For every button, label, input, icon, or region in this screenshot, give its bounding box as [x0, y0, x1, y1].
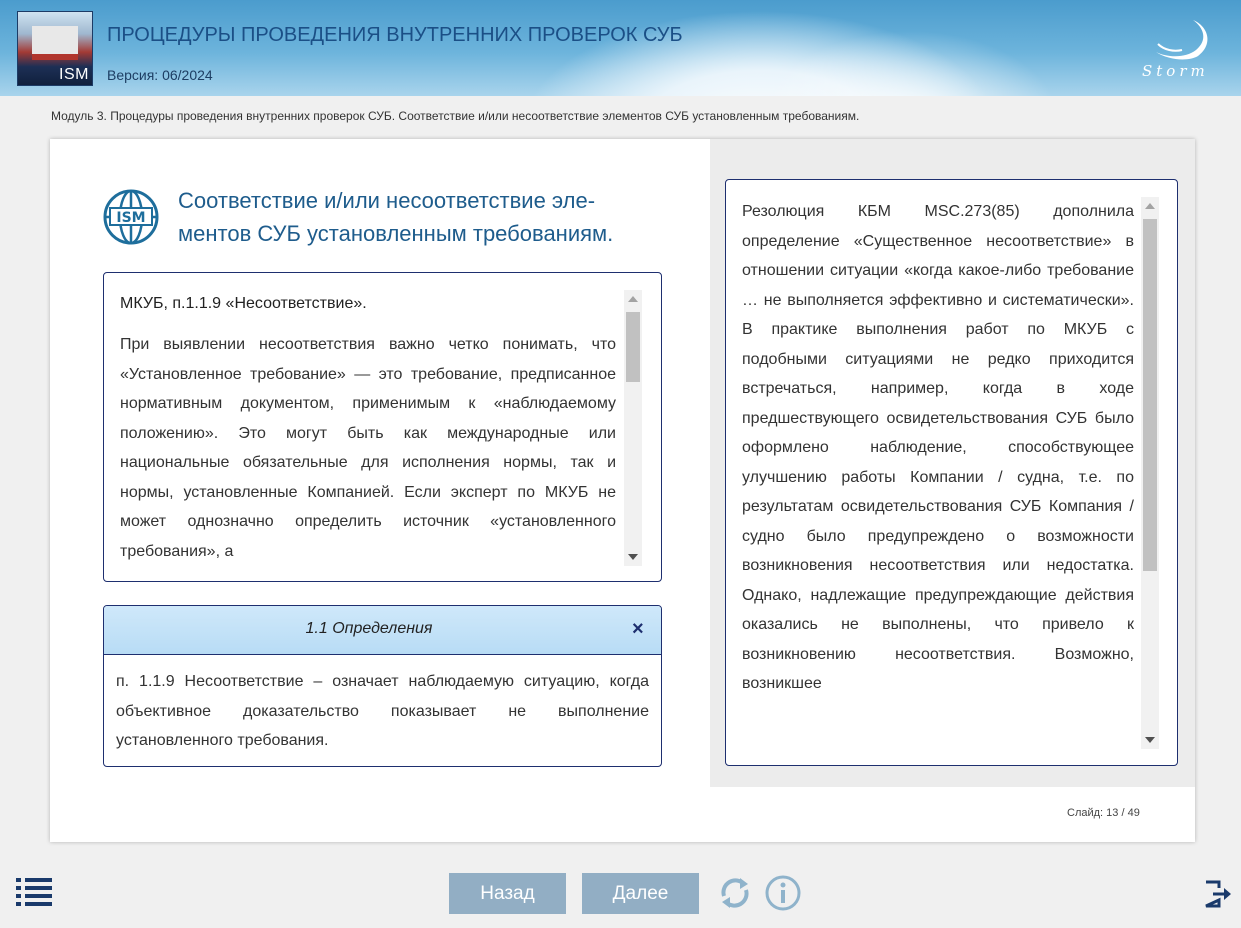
logo-label: ISM: [59, 66, 89, 83]
resolution-text: Резолюция КБМ MSC.273(85) дополнила опре…: [742, 197, 1134, 699]
storm-logo: Storm: [1142, 20, 1209, 80]
ship-graphic: [32, 26, 78, 60]
scroll-down-arrow-icon[interactable]: [628, 554, 638, 560]
scroll-down-arrow-icon[interactable]: [1145, 737, 1155, 743]
exit-icon[interactable]: [1203, 879, 1233, 909]
close-icon[interactable]: ×: [632, 618, 644, 641]
heading-quote-close: ».: [353, 295, 367, 312]
box-body-text: При выявлении несоответствия важно четко…: [120, 336, 616, 560]
scroll-up-arrow-icon[interactable]: [1145, 203, 1155, 209]
next-button[interactable]: Далее: [582, 873, 699, 914]
header-background-cloud: [760, 30, 1060, 96]
ism-globe-icon: ISM: [103, 189, 159, 245]
app-version: Версия: 06/2024: [107, 67, 213, 83]
box1-scrollbar[interactable]: [624, 290, 642, 566]
info-icon[interactable]: [764, 874, 802, 912]
scroll-thumb[interactable]: [1143, 219, 1157, 571]
slide-counter-value: 13 / 49: [1106, 807, 1140, 819]
ism-icon-label: ISM: [116, 210, 145, 226]
scroll-up-arrow-icon[interactable]: [628, 296, 638, 302]
box-heading: МКУБ, п.1.1.9 «Несоответствие».: [120, 295, 367, 313]
app-title: ПРОЦЕДУРЫ ПРОВЕДЕНИЯ ВНУТРЕННИХ ПРОВЕРОК…: [107, 24, 683, 46]
brand-text: Storm: [1142, 62, 1209, 80]
scroll-thumb[interactable]: [626, 312, 640, 382]
definition-text: п. 1.1.9 Несоответствие – означает наблю…: [116, 667, 649, 756]
ism-logo-image: ISM: [17, 11, 93, 86]
breadcrumb: Модуль 3. Процедуры проведения внутренни…: [51, 109, 860, 123]
slide-title: Соответствие и/или несоответствие эле-ме…: [178, 188, 614, 246]
slide-counter: Слайд: 13 / 49: [1067, 807, 1140, 819]
replay-icon[interactable]: [716, 874, 754, 912]
box3-scrollbar[interactable]: [1141, 197, 1159, 749]
slide-card: ISM Соответствие и/или несоответствие эл…: [50, 139, 1195, 842]
definition-ref: п. 1.1.9: [116, 673, 175, 690]
content-box-nonconformity: МКУБ, п.1.1.9 «Несоответствие». При выяв…: [103, 272, 662, 582]
definition-body: Несоответствие – означает наблюдаемую си…: [116, 673, 649, 749]
content-box-resolution: Резолюция КБМ MSC.273(85) дополнила опре…: [725, 179, 1178, 766]
definition-tab-title: 1.1 Определения: [305, 620, 433, 637]
back-button[interactable]: Назад: [449, 873, 566, 914]
menu-icon[interactable]: [16, 878, 54, 906]
app-header: ISM ПРОЦЕДУРЫ ПРОВЕДЕНИЯ ВНУТРЕННИХ ПРОВ…: [0, 0, 1241, 96]
definition-popup: 1.1 Определения × п. 1.1.9 Несоответстви…: [103, 605, 662, 767]
resolution-text-after: » в отношении ситуации «когда какое-либо…: [742, 232, 1135, 693]
definition-tab-header: 1.1 Определения ×: [104, 606, 661, 655]
resolution-term: Существенное несоответствие: [862, 232, 1103, 250]
slide-counter-label: Слайд:: [1067, 807, 1104, 819]
heading-term: Несоответствие: [234, 295, 354, 312]
heading-ref: МКУБ, п.1.1.9: [120, 295, 226, 312]
